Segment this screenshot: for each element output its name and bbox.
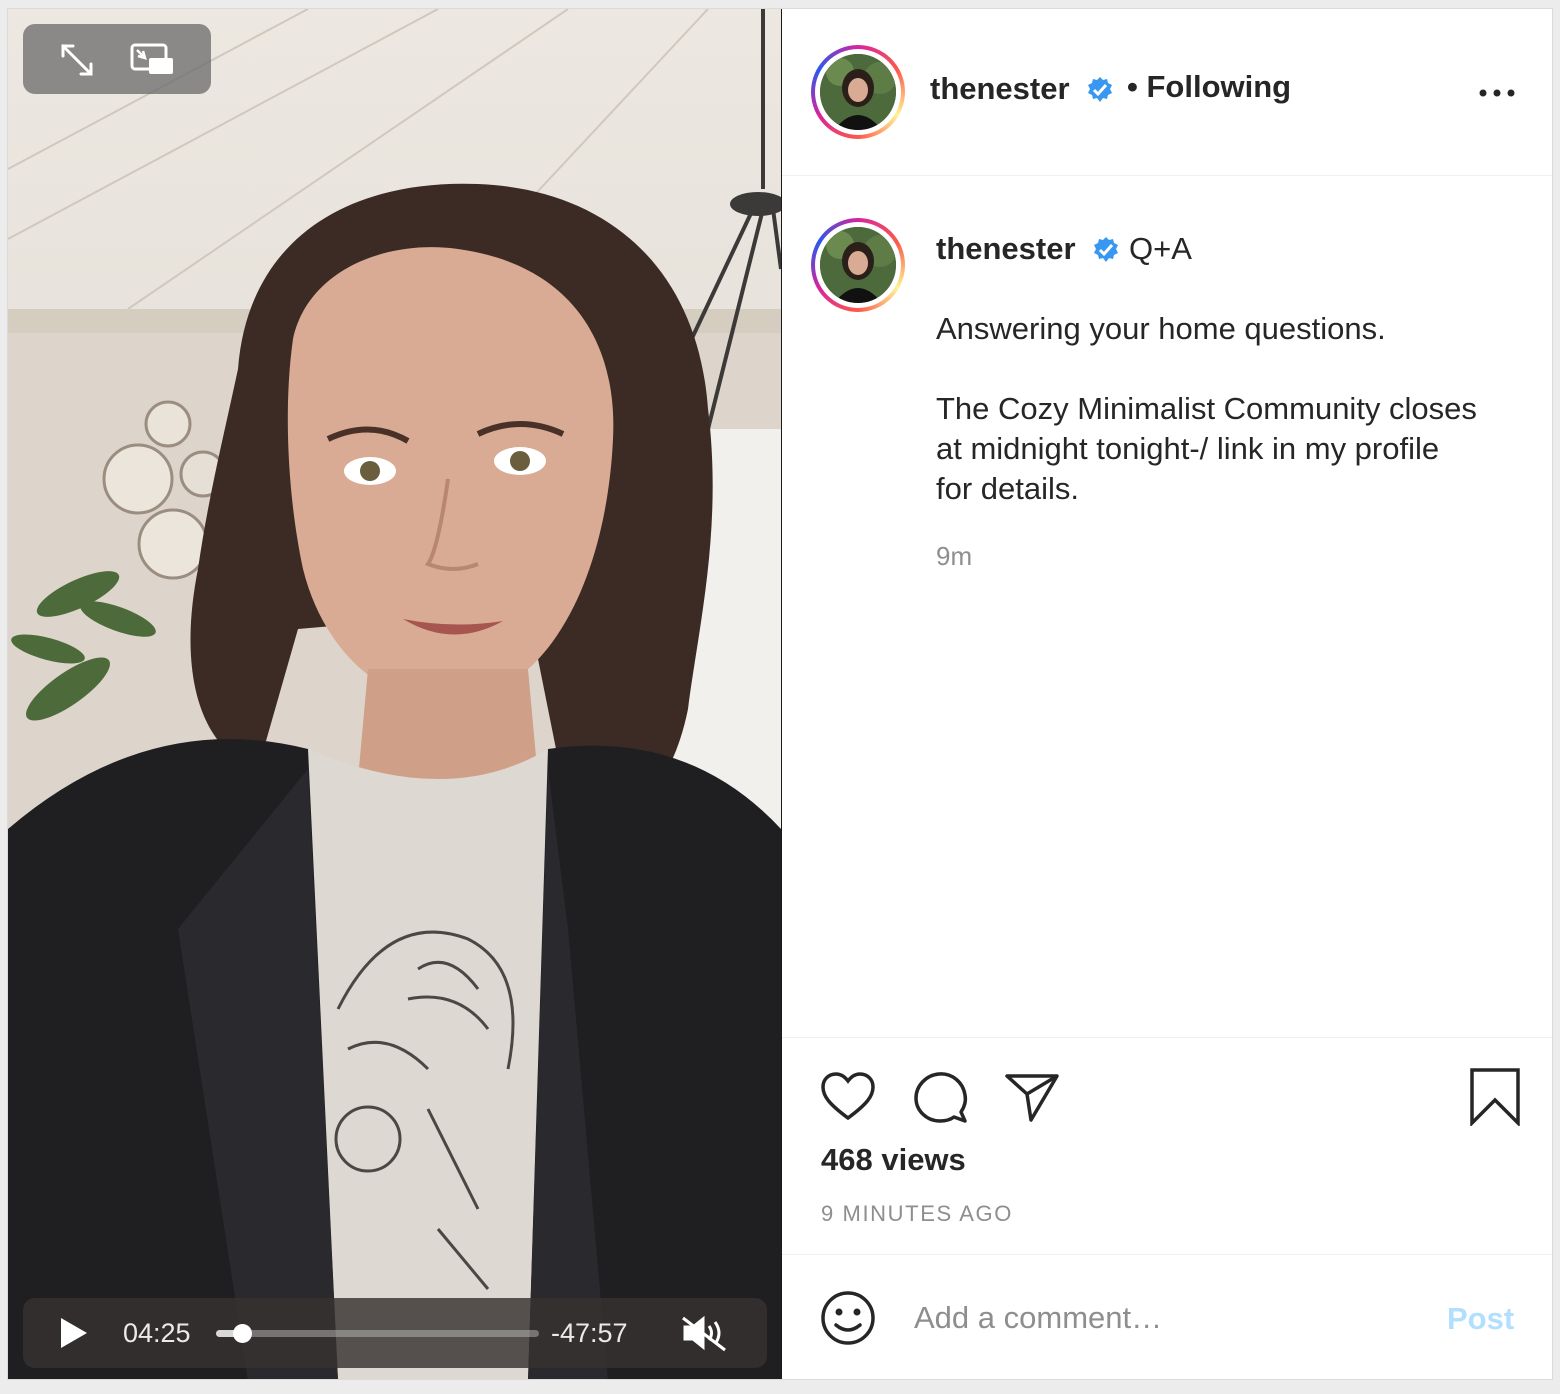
heart-icon[interactable] [819,1068,877,1126]
picture-in-picture-icon[interactable] [129,40,177,80]
bookmark-icon[interactable] [1466,1068,1524,1128]
comment-input[interactable] [912,1292,1436,1344]
caption-avatar [820,227,896,303]
view-count[interactable]: 468 views [821,1142,966,1178]
post-details-pane: thenester • Following thenester Q+A Answ… [782,9,1552,1379]
caption-line: Answering your home questions. [936,311,1386,346]
header-username[interactable]: thenester [930,71,1070,107]
muted-speaker-icon[interactable] [679,1314,731,1352]
caption-username[interactable]: thenester [936,231,1076,267]
share-icon[interactable] [1003,1068,1061,1126]
more-options-icon[interactable] [1477,81,1517,105]
caption-line: at midnight tonight-/ link in my profile [936,431,1440,466]
caption-avatar-ring[interactable] [811,218,905,312]
avatar [820,54,896,130]
caption-tag: Q+A [1129,231,1192,266]
add-comment-row: Post [782,1254,1552,1379]
post-header: thenester • Following [782,9,1552,176]
post-comment-button[interactable]: Post [1447,1301,1514,1337]
caption-line: The Cozy Minimalist Community closes [936,391,1477,426]
seek-bar[interactable] [216,1324,539,1343]
emoji-icon[interactable] [819,1289,877,1347]
caption-line: for details. [936,471,1080,506]
play-icon[interactable] [55,1316,89,1350]
current-time: 04:25 [123,1318,191,1348]
video-controls-bar: 04:25 -47:57 [23,1298,767,1368]
post-timestamp: 9 MINUTES AGO [821,1201,1013,1226]
expand-icon[interactable] [57,40,97,80]
remaining-time: -47:57 [551,1318,628,1348]
post-window: 04:25 -47:57 thenester • Following thene… [7,8,1553,1380]
video-frame [8,9,781,1379]
comment-icon[interactable] [911,1068,969,1126]
following-button[interactable]: • Following [1127,69,1291,105]
video-top-controls [23,24,211,94]
caption-timestamp[interactable]: 9m [936,541,972,572]
avatar-story-ring[interactable] [811,45,905,139]
post-actions: 468 views 9 MINUTES AGO [782,1037,1552,1255]
video-player[interactable]: 04:25 -47:57 [8,9,781,1379]
verified-badge-icon [1094,237,1118,262]
verified-badge-icon [1088,77,1112,102]
seek-bar-handle[interactable] [232,1324,252,1343]
